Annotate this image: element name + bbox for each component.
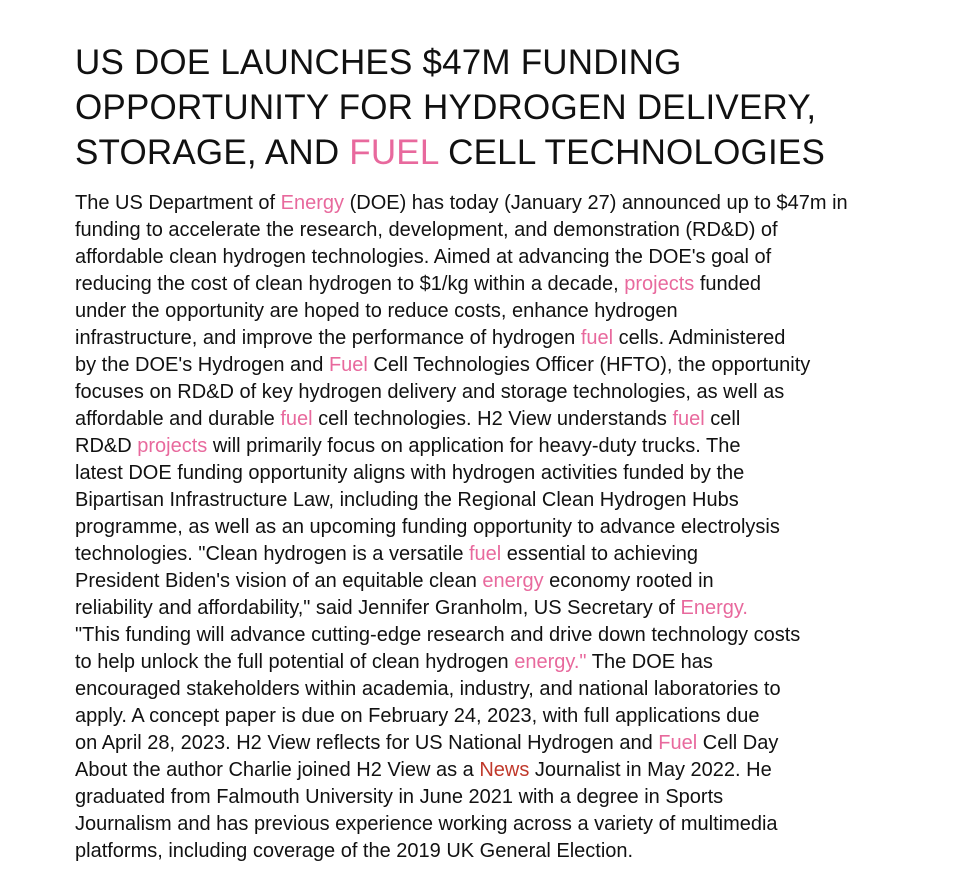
body-line: platforms, including coverage of the 201… bbox=[75, 838, 935, 865]
text-segment: OPPORTUNITY FOR HYDROGEN DELIVERY, bbox=[75, 88, 817, 127]
text-segment: US DOE LAUNCHES $47M FUNDING bbox=[75, 43, 682, 82]
text-segment: funding to accelerate the research, deve… bbox=[75, 219, 778, 241]
title-line: STORAGE, AND FUEL CELL TECHNOLOGIES bbox=[75, 130, 935, 175]
text-segment: About the author Charlie joined H2 View … bbox=[75, 759, 480, 781]
keyword-link[interactable]: News bbox=[479, 759, 529, 781]
body-line: reliability and affordability," said Jen… bbox=[75, 595, 935, 622]
body-line: affordable clean hydrogen technologies. … bbox=[75, 244, 935, 271]
article: US DOE LAUNCHES $47M FUNDING OPPORTUNITY … bbox=[75, 40, 935, 865]
title-line: US DOE LAUNCHES $47M FUNDING bbox=[75, 40, 935, 85]
text-segment: infrastructure, and improve the performa… bbox=[75, 327, 581, 349]
keyword-link[interactable]: Fuel bbox=[658, 732, 697, 754]
text-segment: economy rooted in bbox=[543, 570, 714, 592]
keyword-link[interactable]: fuel bbox=[672, 408, 704, 430]
body-line: funding to accelerate the research, deve… bbox=[75, 217, 935, 244]
body-line: reducing the cost of clean hydrogen to $… bbox=[75, 271, 935, 298]
text-segment: President Biden's vision of an equitable… bbox=[75, 570, 483, 592]
keyword-link[interactable]: fuel bbox=[581, 327, 613, 349]
keyword-link[interactable]: fuel bbox=[469, 543, 501, 565]
text-segment: funded bbox=[694, 273, 762, 295]
keyword-link[interactable]: projects bbox=[137, 435, 207, 457]
keyword-link[interactable]: Energy. bbox=[681, 597, 748, 619]
keyword-link[interactable]: energy bbox=[482, 570, 543, 592]
text-segment: (DOE) has today (January 27) announced u… bbox=[344, 192, 848, 214]
text-segment: The DOE has bbox=[586, 651, 713, 673]
text-segment: will primarily focus on application for … bbox=[207, 435, 741, 457]
text-segment: Cell Day bbox=[697, 732, 779, 754]
text-segment: STORAGE, AND bbox=[75, 133, 350, 172]
keyword-link[interactable]: fuel bbox=[280, 408, 312, 430]
body-line: technologies. "Clean hydrogen is a versa… bbox=[75, 541, 935, 568]
text-segment: reducing the cost of clean hydrogen to $… bbox=[75, 273, 625, 295]
text-segment: cells. Administered bbox=[613, 327, 786, 349]
text-segment: affordable and durable bbox=[75, 408, 281, 430]
text-segment: Bipartisan Infrastructure Law, including… bbox=[75, 489, 739, 511]
body-line: by the DOE's Hydrogen and Fuel Cell Tech… bbox=[75, 352, 935, 379]
keyword-link[interactable]: Fuel bbox=[329, 354, 368, 376]
text-segment: by the DOE's Hydrogen and bbox=[75, 354, 329, 376]
text-segment: RD&D bbox=[75, 435, 138, 457]
body-line: affordable and durable fuel cell technol… bbox=[75, 406, 935, 433]
text-segment: technologies. "Clean hydrogen is a versa… bbox=[75, 543, 469, 565]
article-title: US DOE LAUNCHES $47M FUNDING OPPORTUNITY … bbox=[75, 40, 935, 175]
text-segment: Journalist in May 2022. He bbox=[529, 759, 772, 781]
body-line: About the author Charlie joined H2 View … bbox=[75, 757, 935, 784]
title-line: OPPORTUNITY FOR HYDROGEN DELIVERY, bbox=[75, 85, 935, 130]
body-line: President Biden's vision of an equitable… bbox=[75, 568, 935, 595]
text-segment: encouraged stakeholders within academia,… bbox=[75, 678, 781, 700]
text-segment: CELL TECHNOLOGIES bbox=[438, 133, 825, 172]
text-segment: programme, as well as an upcoming fundin… bbox=[75, 516, 780, 538]
text-segment: cell bbox=[704, 408, 741, 430]
text-segment: affordable clean hydrogen technologies. … bbox=[75, 246, 772, 268]
body-line: infrastructure, and improve the performa… bbox=[75, 325, 935, 352]
body-line: to help unlock the full potential of cle… bbox=[75, 649, 935, 676]
text-segment: "This funding will advance cutting-edge … bbox=[75, 624, 801, 646]
keyword-link[interactable]: energy." bbox=[514, 651, 586, 673]
text-segment: graduated from Falmouth University in Ju… bbox=[75, 786, 724, 808]
body-line: under the opportunity are hoped to reduc… bbox=[75, 298, 935, 325]
body-line: "This funding will advance cutting-edge … bbox=[75, 622, 935, 649]
body-line: apply. A concept paper is due on Februar… bbox=[75, 703, 935, 730]
body-line: Journalism and has previous experience w… bbox=[75, 811, 935, 838]
text-segment: to help unlock the full potential of cle… bbox=[75, 651, 515, 673]
keyword-link[interactable]: Energy bbox=[281, 192, 344, 214]
text-segment: platforms, including coverage of the 201… bbox=[75, 840, 634, 862]
keyword-link[interactable]: projects bbox=[624, 273, 694, 295]
body-line: on April 28, 2023. H2 View reflects for … bbox=[75, 730, 935, 757]
article-body: The US Department of Energy (DOE) has to… bbox=[75, 190, 935, 865]
text-segment: Journalism and has previous experience w… bbox=[75, 813, 778, 835]
text-segment: apply. A concept paper is due on Februar… bbox=[75, 705, 760, 727]
body-line: encouraged stakeholders within academia,… bbox=[75, 676, 935, 703]
text-segment: on April 28, 2023. H2 View reflects for … bbox=[75, 732, 659, 754]
text-segment: essential to achieving bbox=[501, 543, 699, 565]
body-line: focuses on RD&D of key hydrogen delivery… bbox=[75, 379, 935, 406]
text-segment: under the opportunity are hoped to reduc… bbox=[75, 300, 678, 322]
text-segment: cell technologies. H2 View understands bbox=[312, 408, 673, 430]
body-line: programme, as well as an upcoming fundin… bbox=[75, 514, 935, 541]
text-segment: The US Department of bbox=[75, 192, 281, 214]
body-line: RD&D projects will primarily focus on ap… bbox=[75, 433, 935, 460]
text-segment: Cell Technologies Officer (HFTO), the op… bbox=[367, 354, 811, 376]
text-segment: focuses on RD&D of key hydrogen delivery… bbox=[75, 381, 785, 403]
keyword-link[interactable]: FUEL bbox=[349, 133, 438, 172]
text-segment: latest DOE funding opportunity aligns wi… bbox=[75, 462, 745, 484]
body-line: The US Department of Energy (DOE) has to… bbox=[75, 190, 935, 217]
text-segment: reliability and affordability," said Jen… bbox=[75, 597, 681, 619]
body-line: latest DOE funding opportunity aligns wi… bbox=[75, 460, 935, 487]
body-line: Bipartisan Infrastructure Law, including… bbox=[75, 487, 935, 514]
body-line: graduated from Falmouth University in Ju… bbox=[75, 784, 935, 811]
